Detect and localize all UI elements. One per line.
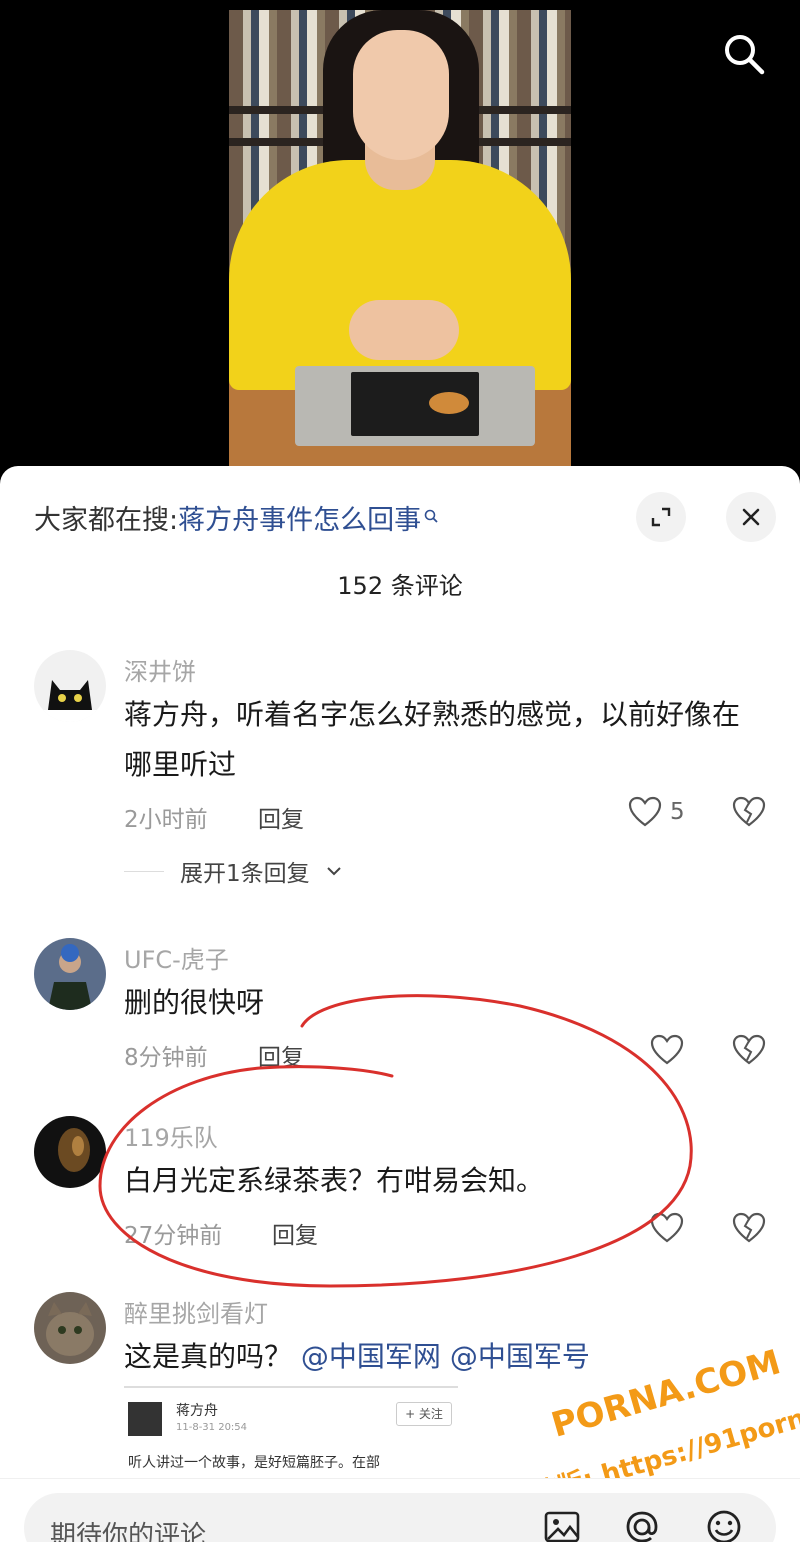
speaker-hands — [349, 300, 459, 360]
video-frame — [229, 10, 571, 466]
like-button[interactable]: 5 — [628, 796, 685, 828]
notebook — [351, 372, 479, 436]
emoji-icon[interactable] — [704, 1507, 744, 1542]
trending-search[interactable]: 大家都在搜:蒋方舟事件怎么回事 — [34, 498, 439, 537]
close-button[interactable] — [726, 492, 776, 542]
video-player[interactable] — [0, 0, 800, 466]
reply-button[interactable]: 回复 — [258, 800, 304, 834]
dislike-button[interactable] — [732, 1034, 766, 1070]
heart-icon — [650, 1034, 684, 1065]
broken-heart-icon — [732, 796, 766, 827]
comment-text: 蒋方舟，听着名字怎么好熟悉的感觉，以前好像在哪里听过 — [124, 698, 741, 781]
expand-button[interactable] — [636, 492, 686, 542]
comment-time: 27分钟前 — [124, 1223, 223, 1249]
search-icon[interactable] — [720, 30, 768, 78]
close-icon — [742, 508, 760, 526]
reply-button[interactable]: 回复 — [272, 1216, 318, 1250]
broken-heart-icon — [732, 1034, 766, 1065]
embed-follow-button: + 关注 — [396, 1402, 452, 1426]
comment-username[interactable]: 深井饼 — [124, 652, 196, 687]
embed-date: 11-8-31 20:54 — [176, 1422, 248, 1433]
mention-link[interactable]: @中国军号 — [450, 1340, 590, 1373]
embed-text: 听人讲过一个故事，是好短篇胚子。在部 — [128, 1455, 380, 1471]
broken-heart-icon — [732, 1212, 766, 1243]
chevron-down-icon — [326, 867, 341, 876]
heart-icon — [650, 1212, 684, 1243]
expand-replies-label: 展开1条回复 — [180, 861, 310, 887]
comment-time: 8分钟前 — [124, 1045, 208, 1071]
mention-link[interactable]: @中国军网 — [301, 1340, 441, 1373]
embed-avatar — [128, 1402, 162, 1436]
image-icon[interactable] — [542, 1507, 582, 1542]
trending-query[interactable]: 蒋方舟事件怎么回事 — [178, 505, 421, 536]
trending-prefix: 大家都在搜: — [34, 505, 179, 536]
comment-input-placeholder: 期待你的评论 — [50, 1521, 207, 1542]
search-small-icon — [423, 500, 439, 531]
comment-input[interactable]: 期待你的评论 — [24, 1493, 776, 1542]
embedded-screenshot[interactable]: 蒋方舟 11-8-31 20:54 + 关注 听人讲过一个故事，是好短篇胚子。在… — [124, 1386, 458, 1486]
avatar[interactable] — [34, 938, 106, 1010]
comment-username[interactable]: 醉里挑剑看灯 — [124, 1294, 268, 1329]
mention-icon[interactable] — [622, 1507, 662, 1542]
comment-input-bar: 期待你的评论 — [0, 1478, 800, 1542]
comment-username[interactable]: 119乐队 — [124, 1118, 218, 1153]
avatar[interactable] — [34, 1116, 106, 1188]
comments-sheet: 大家都在搜:蒋方舟事件怎么回事 152 条评论 深井饼 蒋方舟，听着名字怎么好熟… — [0, 466, 800, 1542]
comment-count: 152 条评论 — [337, 572, 463, 600]
like-button[interactable] — [650, 1034, 684, 1066]
like-button[interactable] — [650, 1212, 684, 1244]
speaker-face — [353, 30, 449, 160]
heart-icon — [628, 796, 662, 827]
avatar[interactable] — [34, 1292, 106, 1364]
reply-button[interactable]: 回复 — [258, 1038, 304, 1072]
comment-text: 白月光定系绿茶表？冇咁易会知。 — [124, 1164, 545, 1197]
expand-replies-button[interactable]: 展开1条回复 — [124, 854, 342, 888]
embed-name: 蒋方舟 — [176, 1403, 218, 1419]
comment-text: 删的很快呀 — [124, 986, 265, 1019]
comment-time: 2小时前 — [124, 807, 208, 833]
dislike-button[interactable] — [732, 1212, 766, 1248]
expand-icon — [651, 507, 671, 527]
dislike-button[interactable] — [732, 796, 766, 832]
comment-username[interactable]: UFC-虎子 — [124, 940, 229, 975]
like-count: 5 — [670, 799, 685, 825]
avatar[interactable] — [34, 650, 106, 722]
